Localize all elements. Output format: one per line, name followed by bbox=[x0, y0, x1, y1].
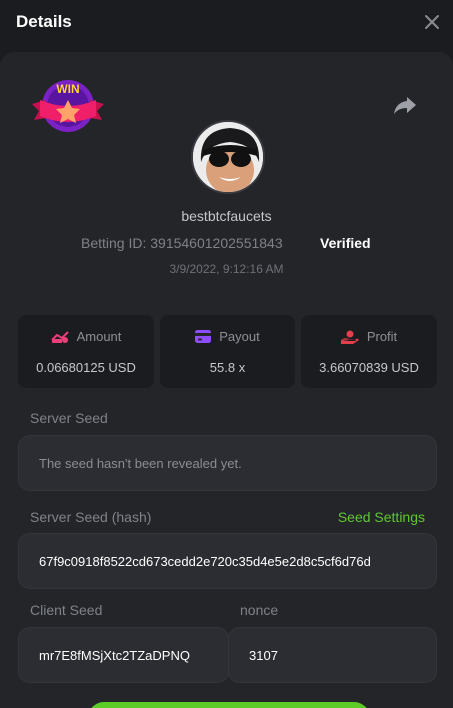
close-icon[interactable] bbox=[423, 11, 441, 33]
profit-value: 3.66070839 USD bbox=[319, 360, 419, 375]
betting-id: Betting ID: 39154601202551843 bbox=[81, 235, 283, 251]
modal-title: Details bbox=[16, 12, 72, 31]
seed-settings-link[interactable]: Seed Settings bbox=[338, 509, 425, 525]
server-seed-hash-label: Server Seed (hash) bbox=[30, 509, 152, 525]
profit-icon bbox=[340, 330, 359, 344]
bet-timestamp: 3/9/2022, 9:12:16 AM bbox=[169, 262, 284, 276]
share-icon[interactable] bbox=[393, 94, 417, 116]
stat-card-amount: Amount 0.06680125 USD bbox=[18, 315, 154, 388]
nonce-label: nonce bbox=[240, 602, 279, 618]
stat-card-profit: Profit 3.66070839 USD bbox=[301, 315, 437, 388]
profit-label: Profit bbox=[366, 329, 398, 344]
avatar bbox=[191, 120, 265, 194]
nonce-field[interactable]: 3107 bbox=[228, 627, 437, 683]
username: bestbtcfaucets bbox=[181, 208, 272, 224]
amount-value: 0.06680125 USD bbox=[36, 360, 136, 375]
server-seed-label: Server Seed bbox=[30, 410, 108, 426]
client-seed-label: Client Seed bbox=[30, 602, 103, 618]
modal-header: Details bbox=[0, 0, 453, 48]
win-badge-text: WIN bbox=[56, 82, 79, 96]
stat-card-payout: Payout 55.8 x bbox=[160, 315, 295, 388]
payout-label: Payout bbox=[219, 329, 260, 344]
verified-badge: Verified bbox=[320, 235, 371, 251]
verify-button[interactable] bbox=[88, 702, 370, 708]
amount-icon bbox=[50, 330, 69, 343]
amount-label: Amount bbox=[76, 329, 122, 344]
payout-icon bbox=[195, 330, 212, 343]
payout-value: 55.8 x bbox=[209, 360, 246, 375]
server-seed-field[interactable]: The seed hasn't been revealed yet. bbox=[18, 435, 437, 491]
win-badge-icon: WIN bbox=[32, 80, 104, 132]
server-seed-hash-field[interactable]: 67f9c0918f8522cd673cedd2e720c35d4e5e2d8c… bbox=[18, 533, 437, 589]
client-seed-field[interactable]: mr7E8fMSjXtc2TZaDPNQ bbox=[18, 627, 229, 683]
